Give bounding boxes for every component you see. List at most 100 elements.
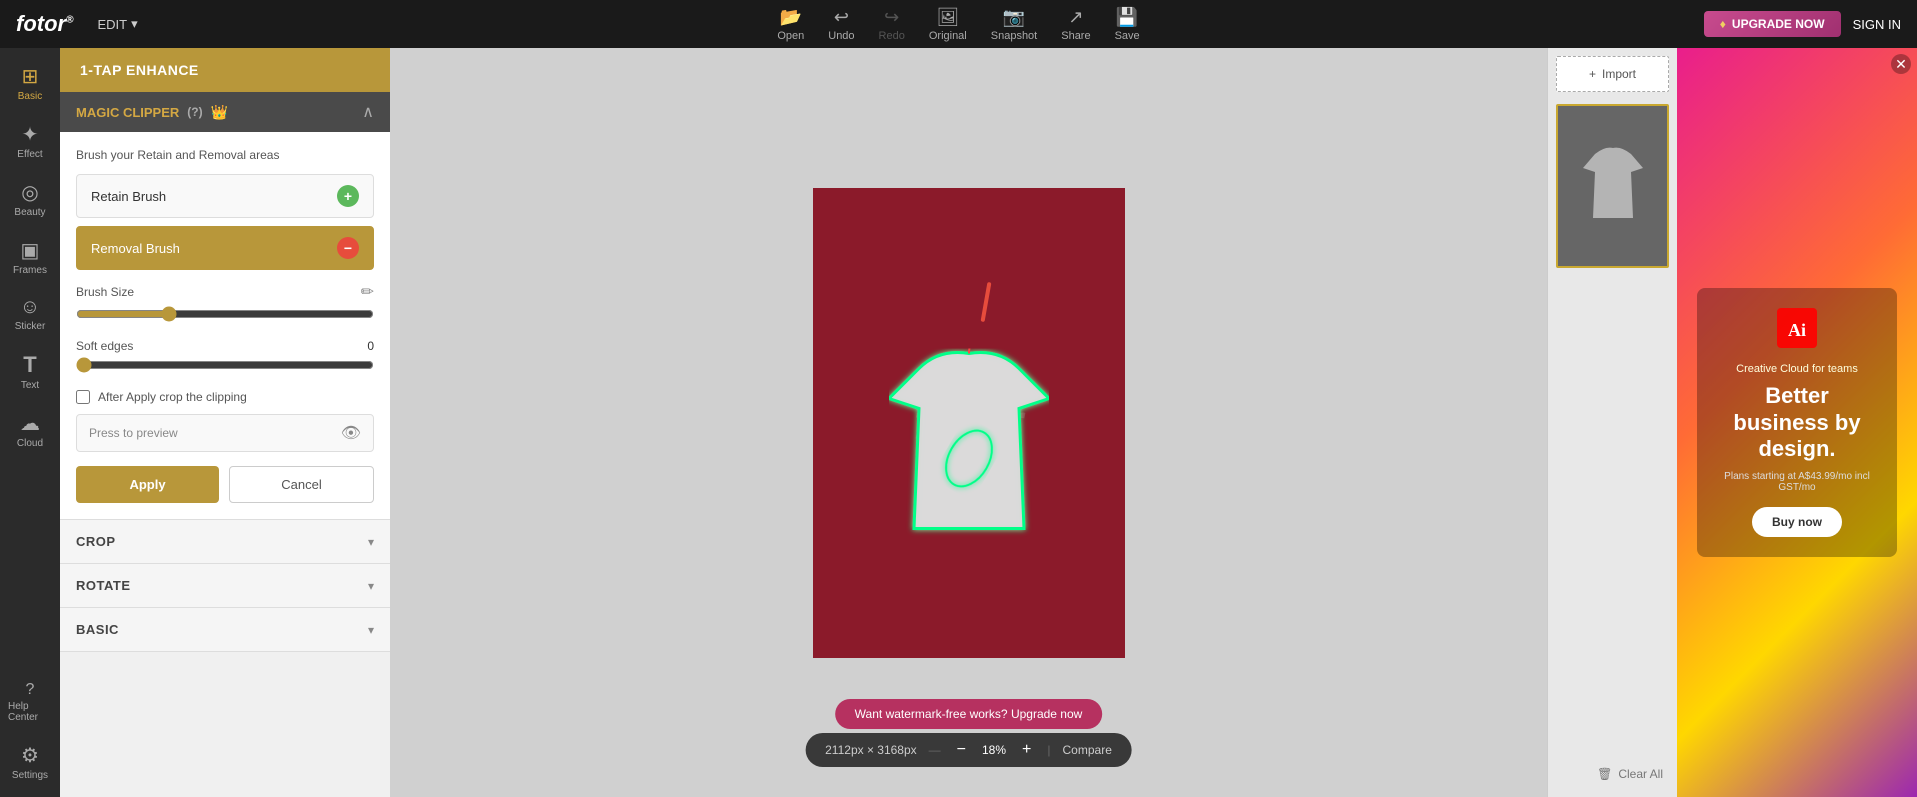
brush-size-label: Brush Size xyxy=(76,285,134,299)
left-panel: 1-TAP ENHANCE MAGIC CLIPPER (?) 👑 ∧ Brus… xyxy=(60,48,390,797)
plus-icon: + xyxy=(1589,67,1596,81)
sidebar-item-frames[interactable]: ▣ Frames xyxy=(4,230,56,284)
share-icon: ↗ xyxy=(1068,7,1083,28)
crown-icon: 👑 xyxy=(211,104,228,121)
clear-all-button[interactable]: 🗑 Clear All xyxy=(1548,759,1677,789)
crop-after-label: After Apply crop the clipping xyxy=(98,390,247,404)
ad-buy-button[interactable]: Buy now xyxy=(1752,507,1842,537)
snapshot-tool[interactable]: 📷 Snapshot xyxy=(991,7,1037,42)
action-row: Apply Cancel xyxy=(76,466,374,503)
sidebar-item-cloud[interactable]: ☁ Cloud xyxy=(4,403,56,457)
canvas-area: fotor xyxy=(390,48,1547,797)
magic-clipper-title: MAGIC CLIPPER (?) 👑 xyxy=(76,104,228,121)
crop-section-header[interactable]: CROP ▾ xyxy=(60,520,390,564)
redo-icon: ↪ xyxy=(884,7,899,28)
upgrade-banner[interactable]: Want watermark-free works? Upgrade now xyxy=(835,699,1103,729)
crop-after-checkbox[interactable] xyxy=(76,390,90,404)
sidebar-item-sticker[interactable]: ☺ Sticker xyxy=(4,288,56,340)
toolbar: 📂 Open ↩ Undo ↪ Redo 🖼 Original 📷 Snapsh… xyxy=(777,7,1139,42)
zoom-out-button[interactable]: − xyxy=(953,741,970,759)
retain-brush-icon: + xyxy=(337,185,359,207)
thumbnail-image xyxy=(1558,106,1667,266)
retain-brush-button[interactable]: Retain Brush + xyxy=(76,174,374,218)
ad-headline: Better business by design. xyxy=(1717,383,1877,462)
brush-size-slider[interactable] xyxy=(76,306,374,327)
one-tap-enhance-button[interactable]: 1-TAP ENHANCE xyxy=(60,48,390,92)
sidebar-item-text[interactable]: T Text xyxy=(4,344,56,399)
text-icon: T xyxy=(23,352,36,378)
soft-edges-slider[interactable] xyxy=(76,357,374,378)
magic-clipper-body: Brush your Retain and Removal areas Reta… xyxy=(60,132,390,520)
tshirt-svg xyxy=(889,349,1049,539)
magic-clipper-header[interactable]: MAGIC CLIPPER (?) 👑 ∧ xyxy=(60,92,390,132)
canvas-dimensions: 2112px × 3168px xyxy=(825,743,917,757)
compare-button[interactable]: Compare xyxy=(1063,743,1112,757)
edit-menu[interactable]: EDIT ▾ xyxy=(97,16,137,32)
preview-label: Press to preview xyxy=(89,426,178,440)
collapse-icon[interactable]: ∧ xyxy=(362,102,374,122)
tshirt-image xyxy=(889,349,1049,544)
sidebar-item-settings[interactable]: ⚙ Settings xyxy=(4,735,56,789)
open-tool[interactable]: 📂 Open xyxy=(777,7,804,42)
removal-brush-icon: − xyxy=(337,237,359,259)
ad-logo: Ai xyxy=(1717,308,1877,355)
sidebar-item-effect[interactable]: ✦ Effect xyxy=(4,114,56,168)
ad-subtitle: Plans starting at A$43.99/mo incl GST/mo xyxy=(1717,471,1877,493)
basic-chevron-icon: ▾ xyxy=(368,623,374,637)
redo-tool[interactable]: ↪ Redo xyxy=(879,7,905,42)
thumbnail-item[interactable] xyxy=(1556,104,1669,268)
magic-clipper-help-icon[interactable]: (?) xyxy=(187,105,202,119)
upgrade-button[interactable]: UPGRADE NOW xyxy=(1704,11,1841,37)
cloud-icon: ☁ xyxy=(20,411,40,436)
crop-chevron-icon: ▾ xyxy=(368,535,374,549)
effect-icon: ✦ xyxy=(22,122,39,147)
soft-edges-value: 0 xyxy=(367,339,374,353)
open-icon: 📂 xyxy=(780,7,802,28)
original-tool[interactable]: 🖼 Original xyxy=(929,7,967,42)
right-panel: + Import 🗑 Clear All xyxy=(1547,48,1677,797)
frames-icon: ▣ xyxy=(21,238,40,263)
canvas-image[interactable]: fotor xyxy=(813,188,1125,658)
ad-content: Ai Creative Cloud for teams Better busin… xyxy=(1697,288,1897,556)
rotate-chevron-icon: ▾ xyxy=(368,579,374,593)
sign-in-button[interactable]: SIGN IN xyxy=(1853,17,1901,32)
rotate-section-header[interactable]: ROTATE ▾ xyxy=(60,564,390,608)
top-bar: fotor® EDIT ▾ 📂 Open ↩ Undo ↪ Redo 🖼 Ori… xyxy=(0,0,1917,48)
import-button[interactable]: + Import xyxy=(1556,56,1669,92)
icon-sidebar: ⊞ Basic ✦ Effect ◎ Beauty ▣ Frames ☺ Sti… xyxy=(0,48,60,797)
preview-button[interactable]: Press to preview 👁 xyxy=(76,414,374,452)
help-icon: ? xyxy=(26,681,35,699)
basic-section-header[interactable]: BASIC ▾ xyxy=(60,608,390,652)
top-bar-right: UPGRADE NOW SIGN IN xyxy=(1704,11,1901,37)
sidebar-item-basic[interactable]: ⊞ Basic xyxy=(4,56,56,110)
thumbnail-tshirt-svg xyxy=(1583,146,1643,226)
canvas-bottom-bar: 2112px × 3168px — − 18% + | Compare xyxy=(805,733,1132,767)
ad-close-button[interactable]: ✕ xyxy=(1891,54,1911,74)
original-icon: 🖼 xyxy=(936,7,959,28)
crop-after-checkbox-row: After Apply crop the clipping xyxy=(76,390,374,404)
ad-title: Creative Cloud for teams xyxy=(1717,363,1877,375)
eye-icon: 👁 xyxy=(341,423,361,443)
save-icon: 💾 xyxy=(1116,7,1138,28)
ad-panel: ✕ Ai Creative Cloud for teams Better bus… xyxy=(1677,48,1917,797)
snapshot-icon: 📷 xyxy=(1003,7,1025,28)
eraser-icon[interactable]: ✏ xyxy=(361,282,374,302)
removal-brush-button[interactable]: Removal Brush − xyxy=(76,226,374,270)
apply-button[interactable]: Apply xyxy=(76,466,219,503)
canvas-wrapper: fotor xyxy=(813,188,1125,658)
cancel-button[interactable]: Cancel xyxy=(229,466,374,503)
settings-icon: ⚙ xyxy=(21,743,39,768)
share-tool[interactable]: ↗ Share xyxy=(1061,7,1090,42)
soft-edges-label: Soft edges xyxy=(76,339,133,353)
basic-icon: ⊞ xyxy=(22,64,39,89)
mc-subtitle: Brush your Retain and Removal areas xyxy=(76,148,374,162)
sidebar-item-help[interactable]: ? Help Center xyxy=(4,673,56,731)
save-tool[interactable]: 💾 Save xyxy=(1115,7,1140,42)
red-brush-stroke xyxy=(981,281,992,321)
zoom-in-button[interactable]: + xyxy=(1018,741,1035,759)
sticker-icon: ☺ xyxy=(20,296,40,319)
main-layout: ⊞ Basic ✦ Effect ◎ Beauty ▣ Frames ☺ Sti… xyxy=(0,48,1917,797)
undo-tool[interactable]: ↩ Undo xyxy=(828,7,854,42)
sidebar-item-beauty[interactable]: ◎ Beauty xyxy=(4,172,56,226)
undo-icon: ↩ xyxy=(834,7,849,28)
